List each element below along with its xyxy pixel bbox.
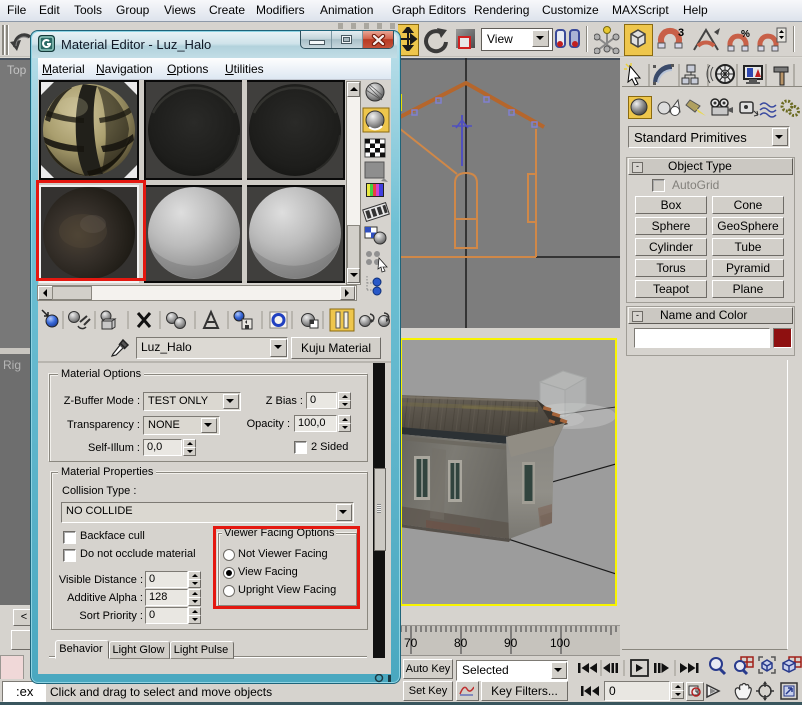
- svg-text:90: 90: [504, 636, 518, 650]
- svg-text:80: 80: [454, 636, 468, 650]
- svg-text:3: 3: [678, 27, 684, 39]
- svg-text:100: 100: [550, 636, 570, 650]
- svg-text:70: 70: [404, 636, 418, 650]
- svg-text:%: %: [741, 29, 750, 40]
